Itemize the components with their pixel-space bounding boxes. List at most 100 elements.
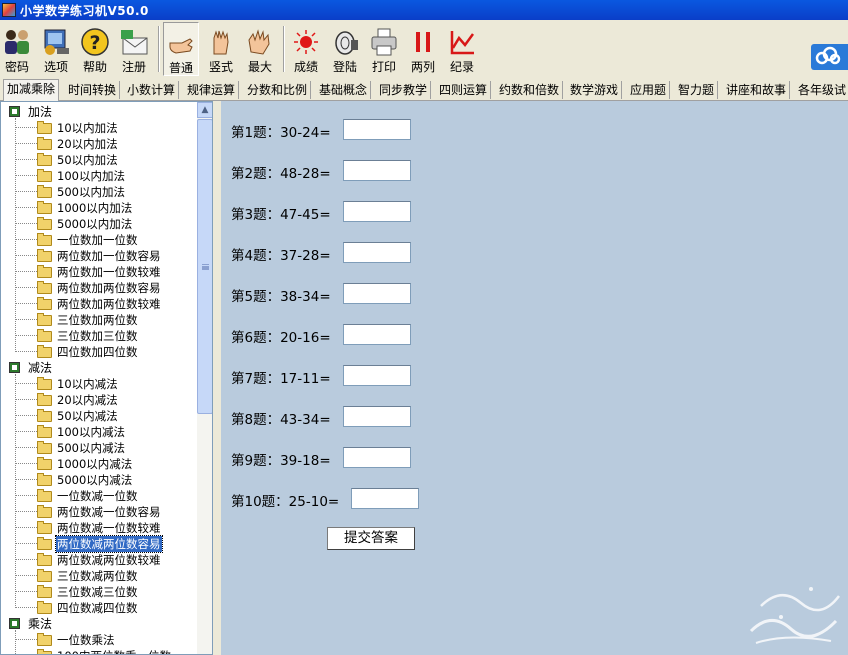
toolbar: 密码 选项 ? 帮助 注册 普通 竖式 最大 成绩 登陆 打印 两列 纪录 (0, 20, 848, 78)
tree-connector (15, 495, 37, 496)
expand-collapse-icon[interactable] (9, 618, 20, 629)
record-button[interactable]: 纪录 (444, 22, 480, 76)
tab-pattern[interactable]: 规律运算 (184, 81, 240, 99)
tree-connector (15, 287, 37, 288)
tree-connector (15, 399, 37, 400)
print-button[interactable]: 打印 (366, 22, 402, 76)
answer-input[interactable] (343, 119, 411, 140)
tree-vertical-connector (15, 374, 16, 608)
tree-connector (15, 415, 37, 416)
folder-icon (37, 601, 52, 614)
tree-connector (15, 191, 37, 192)
scroll-thumb[interactable] (197, 119, 212, 414)
submit-answers-button[interactable]: 提交答案 (327, 527, 415, 550)
tree-item-label: 四位数减四位数 (57, 601, 138, 615)
answer-input[interactable] (343, 160, 411, 181)
help-icon: ? (81, 28, 109, 56)
tab-basics[interactable]: 基础概念 (316, 81, 372, 99)
tab-fraction[interactable]: 分数和比例 (244, 81, 312, 99)
question-label: 第5题：38-34= (231, 289, 331, 305)
answer-input[interactable] (343, 406, 411, 427)
tree-item-label: 三位数加三位数 (57, 329, 138, 343)
tree-item-label: 一位数减一位数 (57, 489, 138, 503)
answer-input[interactable] (343, 324, 411, 345)
tab-puzzles[interactable]: 智力题 (675, 81, 719, 99)
answer-input[interactable] (343, 365, 411, 386)
tab-divisor[interactable]: 约数和倍数 (496, 81, 564, 99)
tab-games[interactable]: 数学游戏 (567, 81, 623, 99)
tree-connector (15, 223, 37, 224)
login-button[interactable]: 登陆 (327, 22, 363, 76)
expand-collapse-icon[interactable] (9, 106, 20, 117)
topic-tree-panel: 加法 10以内加法 20以内加法 50以内加法 100以内加法 500以内加法 1000以内… (0, 101, 213, 655)
password-button[interactable]: 密码 (0, 22, 34, 76)
tab-sync[interactable]: 同步教学 (376, 81, 432, 99)
tab-lectures[interactable]: 讲座和故事 (723, 81, 791, 99)
folder-icon (37, 585, 52, 598)
tab-word-problems[interactable]: 应用题 (627, 81, 671, 99)
vertical-mode-button[interactable]: 竖式 (203, 22, 239, 76)
tree-vertical-connector (15, 118, 16, 352)
tree-item-label: 50以内减法 (57, 409, 118, 423)
help-button[interactable]: ? 帮助 (78, 22, 112, 76)
folder-icon (37, 633, 52, 646)
tree-scrollbar[interactable]: ▲ (197, 102, 212, 654)
score-icon (294, 30, 318, 54)
tree-item-label: 两位数减一位数容易 (57, 505, 161, 519)
tree-connector (15, 127, 37, 128)
tab-addsub[interactable]: 加减乘除 (3, 79, 60, 101)
tree-item-label: 100内两位数乘一位数 (56, 648, 172, 654)
tree-connector (15, 175, 37, 176)
tab-grade-tests[interactable]: 各年级试 (795, 81, 848, 99)
tab-four-ops[interactable]: 四则运算 (436, 81, 492, 99)
tree-item-label: 1000以内减法 (57, 457, 133, 471)
question-label: 第3题：47-45= (231, 207, 331, 223)
folder-icon (37, 185, 52, 198)
tree-item-label: 20以内加法 (57, 137, 118, 151)
question-label: 第6题：20-16= (231, 330, 331, 346)
options-button[interactable]: 选项 (38, 22, 74, 76)
max-mode-button[interactable]: 最大 (242, 22, 278, 76)
two-columns-button[interactable]: 两列 (405, 22, 441, 76)
watermark-logo (749, 587, 840, 644)
cloud-button[interactable] (811, 44, 848, 70)
tree-connector (15, 351, 37, 352)
tab-decimal[interactable]: 小数计算 (124, 81, 180, 99)
tree-connector (15, 591, 37, 592)
score-button[interactable]: 成绩 (288, 22, 324, 76)
tree-connector (15, 479, 37, 480)
scroll-grip (202, 264, 209, 266)
folder-icon (37, 201, 52, 214)
question-label: 第1题：30-24= (231, 125, 331, 141)
tree-item-label: 1000以内加法 (57, 201, 133, 215)
tree-connector (15, 575, 37, 576)
answer-input[interactable] (343, 447, 411, 468)
folder-icon (37, 409, 52, 422)
tab-time[interactable]: 时间转换 (65, 81, 121, 99)
expand-collapse-icon[interactable] (9, 362, 20, 373)
answer-input[interactable] (343, 283, 411, 304)
folder-icon (37, 569, 52, 582)
toolbar-separator (283, 26, 285, 72)
normal-mode-button[interactable]: 普通 (163, 22, 199, 76)
tree-connector (15, 511, 37, 512)
tree-item-label: 50以内加法 (57, 153, 118, 167)
folder-icon (37, 217, 52, 230)
answer-input[interactable] (343, 242, 411, 263)
tree-item-label: 两位数加一位数容易 (57, 249, 161, 263)
register-button[interactable]: 注册 (116, 22, 152, 76)
folder-icon (37, 169, 52, 182)
options-icon (44, 29, 69, 55)
tree-connector (15, 143, 37, 144)
tree-connector (15, 607, 37, 608)
title-bar[interactable]: 小学数学练习机V50.0 (0, 0, 848, 20)
printer-icon (371, 28, 397, 56)
scroll-up-button[interactable]: ▲ (197, 102, 212, 118)
chart-record-icon (450, 31, 475, 55)
answer-input[interactable] (343, 201, 411, 222)
answer-input[interactable] (351, 488, 419, 509)
folder-icon (37, 553, 52, 566)
tree-item-label: 两位数加两位数容易 (57, 281, 161, 295)
folder-icon (37, 521, 52, 534)
tree-item-label: 20以内减法 (57, 393, 118, 407)
